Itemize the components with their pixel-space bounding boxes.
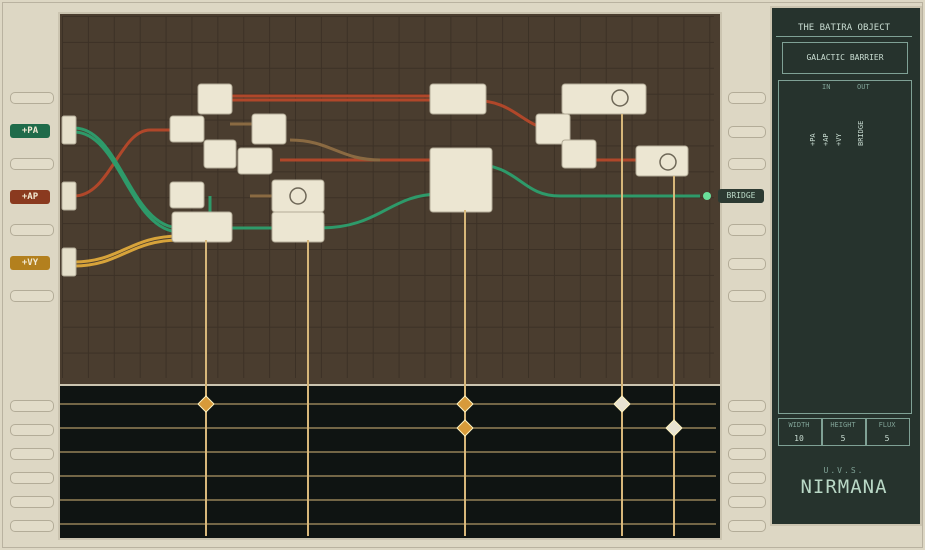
timeline-marker: [197, 395, 215, 413]
module-block: [169, 115, 205, 143]
game-screen: +PA +AP +VY BRIDGE THE BATIRA OBJECT GAL…: [0, 0, 925, 550]
module-block: [271, 179, 325, 213]
timeline-marker: [665, 419, 683, 437]
input-label-ap[interactable]: +AP: [10, 190, 50, 204]
in-bar-label: +PA: [809, 133, 817, 146]
input-port: [61, 247, 77, 277]
timeline-marker: [613, 395, 631, 413]
ship-name: NIRMANA: [800, 476, 888, 498]
input-label-pa[interactable]: +PA: [10, 124, 50, 138]
wire-mix: [289, 138, 381, 162]
in-bar-label: +VY: [835, 133, 843, 146]
module-block: [169, 181, 205, 209]
module-block: [561, 83, 647, 115]
module-block: [171, 211, 233, 243]
input-label-vy[interactable]: +VY: [10, 256, 50, 270]
module-block: [561, 139, 597, 169]
ship-prefix: U.V.S.: [823, 466, 865, 475]
stat-value: 5: [840, 434, 846, 443]
stat-value: 10: [794, 434, 804, 443]
module-block: [237, 147, 273, 175]
module-block: [429, 83, 487, 115]
stat-value: 5: [884, 434, 890, 443]
module-block: [203, 139, 237, 169]
module-block: [429, 147, 493, 213]
in-bar-label: +AP: [822, 133, 830, 146]
puzzle-title: THE BATIRA OBJECT: [776, 20, 912, 37]
puzzle-subtitle: GALACTIC BARRIER: [782, 42, 908, 74]
module-block: [197, 83, 233, 115]
out-bar-label: BRIDGE: [857, 120, 865, 146]
out-label: OUT: [857, 83, 870, 91]
timeline-marker: [456, 395, 474, 413]
stat-label: WIDTH: [788, 421, 810, 429]
input-port: [61, 181, 77, 211]
module-block: [251, 113, 287, 145]
timeline-marker: [456, 419, 474, 437]
io-box: [778, 80, 912, 414]
module-block: [635, 145, 689, 177]
module-block: [535, 113, 571, 145]
stat-label: FLUX: [878, 421, 896, 429]
wire-pa: [319, 192, 441, 230]
input-port: [61, 115, 77, 145]
module-block: [271, 211, 325, 243]
output-port: [703, 192, 711, 200]
output-label-bridge[interactable]: BRIDGE: [718, 189, 764, 203]
stat-label: HEIGHT: [830, 421, 856, 429]
in-label: IN: [822, 83, 831, 91]
